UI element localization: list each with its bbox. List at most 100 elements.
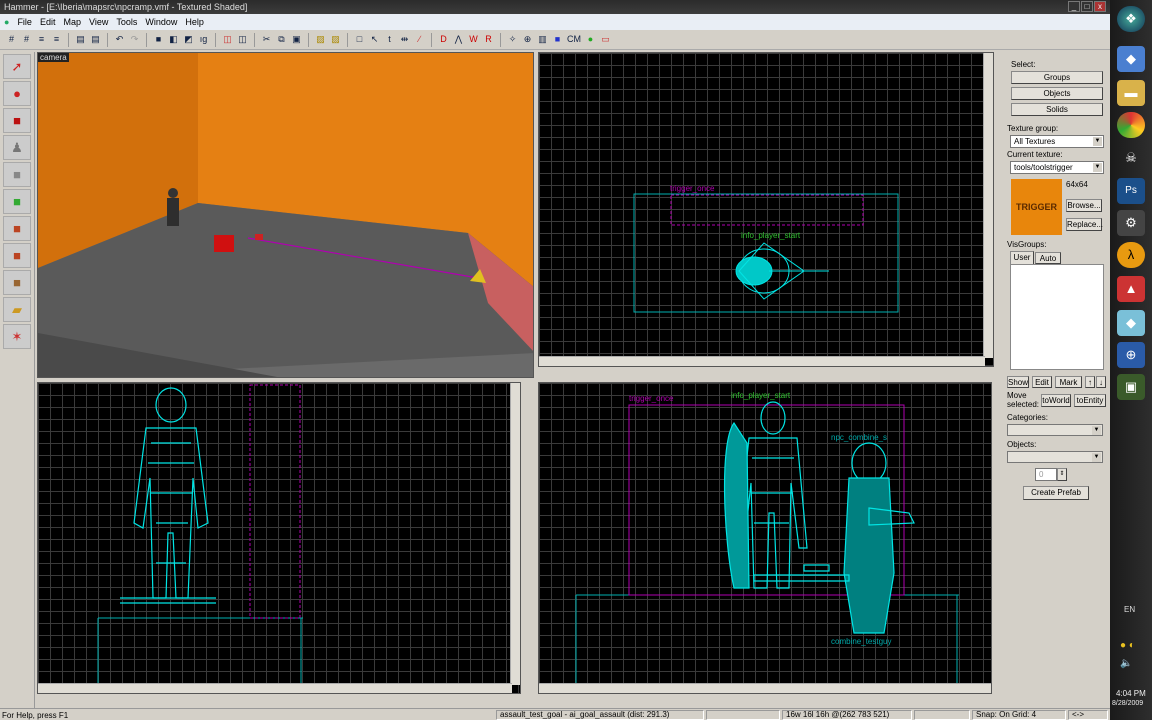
- chrome-icon[interactable]: [1117, 112, 1145, 138]
- hollow-icon[interactable]: ◫: [236, 33, 249, 46]
- overlay-tool-icon[interactable]: ■: [3, 270, 31, 295]
- undo-icon[interactable]: ↶: [113, 33, 126, 46]
- check-problems-icon[interactable]: ıg: [197, 33, 210, 46]
- menu-tools[interactable]: Tools: [116, 17, 137, 27]
- menu-map[interactable]: Map: [63, 17, 81, 27]
- start-button[interactable]: ❖: [1117, 6, 1145, 32]
- wireframe-icon[interactable]: W: [467, 33, 480, 46]
- texture-lock-icon[interactable]: ↖: [368, 33, 381, 46]
- cubemap-button[interactable]: CM: [566, 33, 582, 46]
- taskbar-app-icon[interactable]: ◆: [1117, 46, 1145, 72]
- horizontal-scrollbar[interactable]: [38, 683, 512, 693]
- front-viewport[interactable]: trigger_once info_player_start npc_combi…: [538, 382, 992, 694]
- edit-button[interactable]: Edit: [1032, 376, 1052, 388]
- target-icon[interactable]: ⊕: [521, 33, 534, 46]
- grid-larger-icon[interactable]: ≡: [50, 33, 63, 46]
- menu-view[interactable]: View: [89, 17, 108, 27]
- globe-icon[interactable]: ⊕: [1117, 342, 1145, 368]
- halflife-icon[interactable]: λ: [1117, 242, 1145, 268]
- objects-select[interactable]: ▼: [1007, 451, 1103, 463]
- current-texture-select[interactable]: tools/toolstrigger ▼: [1010, 161, 1104, 174]
- ungroup-icon[interactable]: ▤: [89, 33, 102, 46]
- solids-button[interactable]: Solids: [1011, 103, 1103, 116]
- tab-user[interactable]: User: [1010, 251, 1034, 264]
- group-icon[interactable]: ▤: [74, 33, 87, 46]
- vertex-icon[interactable]: ⋀: [452, 33, 465, 46]
- top-viewport[interactable]: trigger_once info_player_start: [538, 52, 994, 367]
- folder-icon[interactable]: ▬: [1117, 80, 1145, 106]
- volume-icon[interactable]: 🔈: [1120, 658, 1132, 669]
- run-map-icon[interactable]: ◧: [167, 33, 180, 46]
- entity-tool-icon[interactable]: ♟: [3, 135, 31, 160]
- cut-icon[interactable]: ✂: [260, 33, 273, 46]
- categories-select[interactable]: ▼: [1007, 424, 1103, 436]
- steam-icon[interactable]: ⚙: [1117, 210, 1145, 236]
- selection-tool-icon[interactable]: ➚: [3, 54, 31, 79]
- menu-edit[interactable]: Edit: [40, 17, 56, 27]
- language-indicator[interactable]: EN: [1124, 605, 1135, 614]
- minimize-button[interactable]: _: [1068, 1, 1080, 12]
- horizontal-scrollbar[interactable]: [539, 356, 985, 366]
- carve-icon[interactable]: ◫: [221, 33, 234, 46]
- app-icon[interactable]: ▣: [1117, 374, 1145, 400]
- photoshop-icon[interactable]: Ps: [1117, 178, 1145, 204]
- move-down-button[interactable]: ↓: [1096, 376, 1106, 388]
- vertex-tool-icon[interactable]: ✶: [3, 324, 31, 349]
- hammer-icon[interactable]: ▲: [1117, 276, 1145, 302]
- prefab-stepper[interactable]: 0: [1035, 468, 1057, 481]
- tool-icon[interactable]: ✧: [506, 33, 519, 46]
- render-icon[interactable]: R: [482, 33, 495, 46]
- side-viewport[interactable]: [37, 382, 521, 694]
- objects-button[interactable]: Objects: [1011, 87, 1103, 100]
- camera-viewport[interactable]: camera: [37, 52, 534, 378]
- save-icon[interactable]: ■: [152, 33, 165, 46]
- texture-group-select[interactable]: All Textures ▼: [1010, 135, 1104, 148]
- leaf-icon[interactable]: ●: [584, 33, 597, 46]
- vertical-scrollbar[interactable]: [510, 383, 520, 685]
- draw-icon[interactable]: ▭: [599, 33, 612, 46]
- menu-window[interactable]: Window: [145, 17, 177, 27]
- display-models-2d-icon[interactable]: D: [437, 33, 450, 46]
- clip-tool-icon[interactable]: ▰: [3, 297, 31, 322]
- 3d-grid-icon[interactable]: #: [20, 33, 33, 46]
- tie-entity-icon[interactable]: t: [383, 33, 396, 46]
- clock-time[interactable]: 4:04 PM: [1116, 689, 1146, 698]
- menu-help[interactable]: Help: [185, 17, 204, 27]
- texture-tool-icon[interactable]: ■: [3, 189, 31, 214]
- app-cube-icon[interactable]: ◆: [1117, 310, 1145, 336]
- stepper-arrows[interactable]: ⇕: [1057, 468, 1067, 481]
- tray-icons[interactable]: ● ◐: [1120, 640, 1135, 651]
- close-button[interactable]: x: [1094, 1, 1106, 12]
- hide-items-icon[interactable]: ▨: [314, 33, 327, 46]
- groups-button[interactable]: Groups: [1011, 71, 1103, 84]
- select-box-icon[interactable]: □: [353, 33, 366, 46]
- apply-texture-icon[interactable]: ■: [3, 216, 31, 241]
- copy-icon[interactable]: ⧉: [275, 33, 288, 46]
- horizontal-scrollbar[interactable]: [539, 683, 991, 693]
- instance-icon[interactable]: ▥: [536, 33, 549, 46]
- menu-file[interactable]: File: [17, 17, 32, 27]
- grid-smaller-icon[interactable]: ≡: [35, 33, 48, 46]
- magnify-tool-icon[interactable]: ●: [3, 81, 31, 106]
- visgroup-icon[interactable]: ■: [551, 33, 564, 46]
- camera-tool-icon[interactable]: ■: [3, 108, 31, 133]
- entity-report-icon[interactable]: ◩: [182, 33, 195, 46]
- grid-icon[interactable]: #: [5, 33, 18, 46]
- block-tool-icon[interactable]: ■: [3, 162, 31, 187]
- to-world-button[interactable]: toWorld: [1041, 394, 1071, 407]
- decal-tool-icon[interactable]: ■: [3, 243, 31, 268]
- browse-button[interactable]: Browse...: [1066, 199, 1102, 212]
- paste-icon[interactable]: ▣: [290, 33, 303, 46]
- tab-auto[interactable]: Auto: [1035, 252, 1061, 264]
- visgroups-list[interactable]: [1010, 264, 1104, 370]
- vertical-scrollbar[interactable]: [983, 53, 993, 358]
- clock-date[interactable]: 8/28/2009: [1112, 700, 1143, 707]
- maximize-button[interactable]: □: [1081, 1, 1093, 12]
- mark-button[interactable]: Mark: [1055, 376, 1082, 388]
- replace-button[interactable]: Replace...: [1066, 218, 1103, 231]
- show-items-icon[interactable]: ▨: [329, 33, 342, 46]
- move-up-button[interactable]: ↑: [1085, 376, 1095, 388]
- move-to-world-icon[interactable]: ⇹: [398, 33, 411, 46]
- create-prefab-button[interactable]: Create Prefab: [1023, 486, 1089, 500]
- skull-icon[interactable]: ☠: [1117, 145, 1145, 171]
